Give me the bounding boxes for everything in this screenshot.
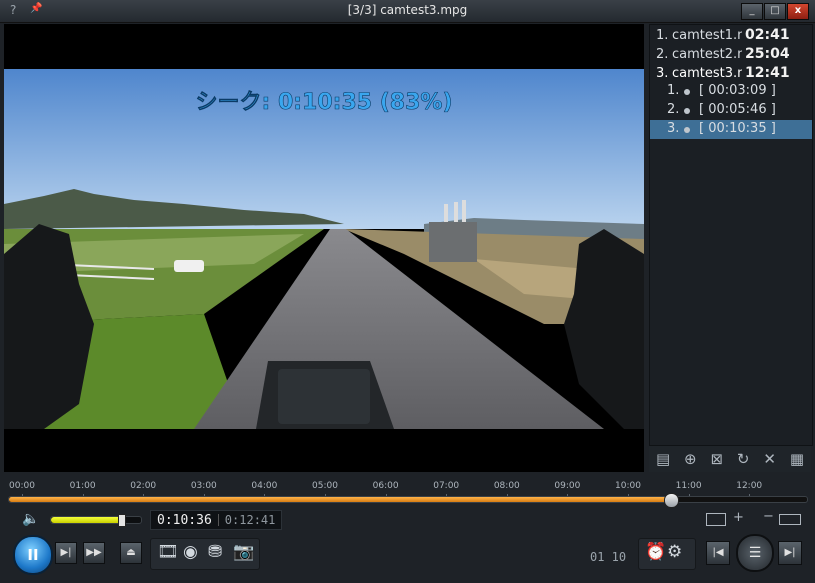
camera-icon[interactable]: 📷 (233, 542, 254, 562)
disc-icon[interactable]: ◉ (183, 542, 198, 562)
timeline-label: 01:00 (69, 481, 96, 491)
controls-row-bottom: II ▶| ▶▶ ⏏ 🎞 ◉ ⛃ 📷 01 10 ⏰ ⚙ |◀ ☰ ▶| (0, 532, 815, 583)
bookmark-dot-icon (684, 108, 690, 114)
playlist-item-name: camtest1.mpg (672, 28, 742, 43)
bookmark-time: [ 00:10:35 ] (699, 121, 776, 136)
screen-size-icon[interactable] (706, 513, 726, 526)
volume-slider[interactable] (50, 514, 142, 527)
bookmark-item[interactable]: 2. [ 00:05:46 ] (650, 101, 812, 120)
capture-icon[interactable]: ⛃ (208, 542, 222, 562)
playlist-toolbar: ▤ ⊕ ⊠ ↻ ✕ ▦ (649, 446, 811, 472)
tools-icon[interactable]: ✕ (763, 450, 776, 468)
alarm-icon[interactable]: ⏰ (645, 542, 666, 562)
frame-counter: 01 10 (590, 550, 627, 564)
save-icon[interactable]: ▦ (790, 450, 804, 468)
window-size-icon[interactable] (779, 514, 801, 525)
timeline-label: 08:00 (493, 481, 520, 491)
fast-forward-button[interactable]: ▶▶ (83, 542, 105, 564)
file-open-icon[interactable]: ▤ (656, 450, 670, 468)
playlist-item-number: 2. (656, 47, 669, 62)
playlist-item-name: camtest3.mpg (672, 66, 742, 81)
window-title: [3/3] camtest3.mpg (347, 3, 468, 17)
next-button[interactable]: ▶| (778, 541, 802, 565)
pause-button[interactable]: II (13, 535, 53, 575)
timeline-label: 05:00 (312, 481, 338, 491)
timeline-label: 10:00 (615, 481, 641, 491)
volume-knob[interactable] (118, 514, 127, 527)
seek-bar[interactable] (8, 493, 808, 508)
bookmark-time: [ 00:05:46 ] (699, 102, 776, 117)
playlist-item-number: 3. (656, 66, 669, 81)
playlist-item[interactable]: 1. camtest1.mpg 02:41 (650, 27, 812, 46)
gear-icon[interactable]: ⚙ (667, 542, 682, 562)
time-separator (217, 514, 219, 526)
current-time: 0:10:36 (157, 512, 212, 528)
volume-fill (51, 517, 122, 523)
bookmark-number: 2. (667, 102, 680, 117)
step-forward-button[interactable]: ▶| (55, 542, 77, 564)
bookmark-time: [ 00:03:09 ] (699, 83, 776, 98)
playlist-panel: 1. camtest1.mpg 02:41 2. camtest2.mpg 25… (649, 24, 813, 446)
timeline-label: 12:00 (736, 481, 763, 491)
timeline-label: 09:00 (554, 481, 581, 491)
total-time: 0:12:41 (224, 513, 276, 527)
playlist-item-duration: 02:41 (745, 27, 790, 43)
seek-bar-fill (9, 497, 672, 502)
window-controls: _ □ x (741, 3, 809, 20)
repeat-icon[interactable]: ↻ (737, 450, 750, 468)
bookmark-dot-icon (684, 127, 690, 133)
settings-group: ⏰ ⚙ (638, 538, 696, 570)
timeline-label: 04:00 (251, 481, 278, 491)
seek-timeline[interactable]: 00:00 01:00 02:00 03:00 04:00 05:00 06:00 07:00… (4, 474, 811, 508)
timeline-label: 07:00 (433, 481, 460, 491)
add-icon[interactable]: ⊕ (684, 450, 697, 468)
controls-row-top: 🔈 0:10:36 0:12:41 + − (0, 508, 815, 532)
bookmark-number: 1. (667, 83, 680, 98)
playlist-item[interactable]: 2. camtest2.mpg 25:04 (650, 46, 812, 65)
bookmark-dot-icon (684, 89, 690, 95)
previous-button[interactable]: |◀ (706, 541, 730, 565)
minimize-button[interactable]: _ (741, 3, 763, 20)
playlist-item-duration: 25:04 (745, 46, 790, 62)
seek-osd: シーク: 0:10:35 (83%) (195, 90, 453, 116)
maximize-button[interactable]: □ (764, 3, 786, 20)
delete-icon[interactable]: ⊠ (710, 450, 723, 468)
menu-button[interactable]: ☰ (736, 534, 774, 572)
playlist-item-duration: 12:41 (745, 65, 790, 81)
title-bar: ? 📌 [3/3] camtest3.mpg _ □ x (0, 0, 815, 23)
playlist-item-number: 1. (656, 28, 669, 43)
close-button[interactable]: x (787, 3, 809, 20)
eject-button[interactable]: ⏏ (120, 542, 142, 564)
timeline-label: 00:00 (9, 481, 35, 491)
timeline-label: 11:00 (675, 481, 702, 491)
video-area[interactable]: シーク: 0:10:35 (83%) (4, 24, 644, 472)
timeline-label: 03:00 (190, 481, 217, 491)
playlist-item-name: camtest2.mpg (672, 47, 742, 62)
timeline-label: 06:00 (372, 481, 399, 491)
zoom-out-button[interactable]: − (763, 509, 774, 524)
seek-knob[interactable] (664, 493, 680, 508)
bookmark-item[interactable]: 3. [ 00:10:35 ] (650, 120, 812, 139)
media-tools-group: 🎞 ◉ ⛃ 📷 (150, 538, 260, 570)
zoom-in-button[interactable]: + (733, 510, 744, 525)
bookmark-item[interactable]: 1. [ 00:03:09 ] (650, 82, 812, 101)
timeline-label: 02:00 (130, 481, 157, 491)
speaker-icon[interactable]: 🔈 (22, 511, 39, 527)
bookmark-number: 3. (667, 121, 680, 136)
film-icon[interactable]: 🎞 (157, 542, 179, 562)
time-display[interactable]: 0:10:36 0:12:41 (150, 510, 283, 530)
